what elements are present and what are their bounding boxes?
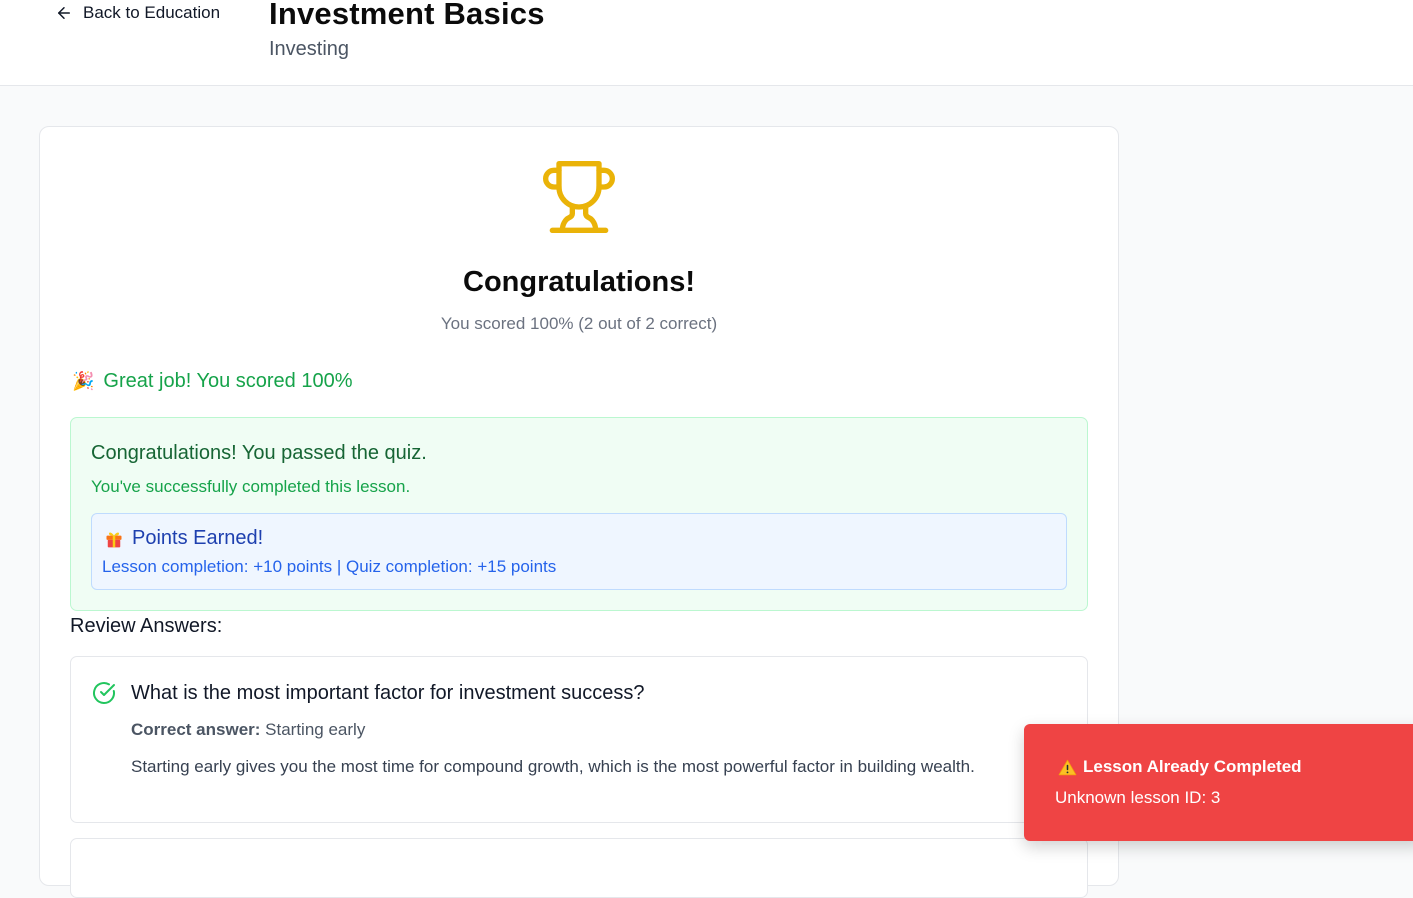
correct-answer-label: Correct answer: — [131, 720, 261, 739]
back-link-label: Back to Education — [83, 3, 221, 22]
review-answers-heading: Review Answers: — [70, 615, 223, 637]
great-job-text: Great job! You scored 100% — [103, 370, 353, 392]
great-job-message: 🎉 Great job! You scored 100% — [72, 370, 352, 393]
quiz-passed-subtitle: You've successfully completed this lesso… — [91, 477, 411, 496]
review-question: What is the most important factor for in… — [131, 682, 645, 704]
arrow-left-icon — [58, 7, 70, 19]
warning-icon — [1058, 759, 1077, 775]
toast-heading: Lesson Already Completed — [1058, 757, 1302, 777]
congratulations-heading: Congratulations! — [463, 266, 695, 298]
answer-explanation: Starting early gives you the most time f… — [131, 757, 975, 776]
score-summary: You scored 100% (2 out of 2 correct) — [440, 314, 718, 333]
toast-message: Unknown lesson ID: 3 — [1055, 788, 1221, 807]
error-toast[interactable]: Lesson Already Completed Unknown lesson … — [1024, 724, 1413, 841]
points-earned-panel: Points Earned! Lesson completion: +10 po… — [91, 513, 1067, 590]
correct-answer-line: Correct answer: Starting early — [131, 720, 365, 740]
page-subtitle: Investing — [269, 38, 350, 60]
correct-answer-value: Starting early — [260, 720, 366, 739]
page-title: Investment Basics — [269, 0, 545, 31]
quiz-passed-title: Congratulations! You passed the quiz. — [91, 442, 427, 464]
trophy-icon — [543, 161, 615, 233]
gift-icon — [106, 531, 122, 547]
page-header: Back to Education Investment Basics Inve… — [0, 0, 1413, 86]
quiz-passed-panel: Congratulations! You passed the quiz. Yo… — [70, 417, 1088, 611]
points-earned-title: Points Earned! — [132, 527, 264, 549]
points-breakdown: Lesson completion: +10 points | Quiz com… — [102, 557, 557, 576]
party-popper-icon: 🎉 — [72, 371, 95, 391]
back-to-education-link[interactable]: Back to Education — [55, 2, 220, 24]
points-earned-heading: Points Earned! — [104, 527, 263, 550]
review-answer-item: What is the most important factor for in… — [70, 656, 1088, 823]
check-circle-icon — [93, 682, 115, 704]
toast-title: Lesson Already Completed — [1083, 757, 1302, 776]
review-answer-item — [70, 838, 1088, 898]
